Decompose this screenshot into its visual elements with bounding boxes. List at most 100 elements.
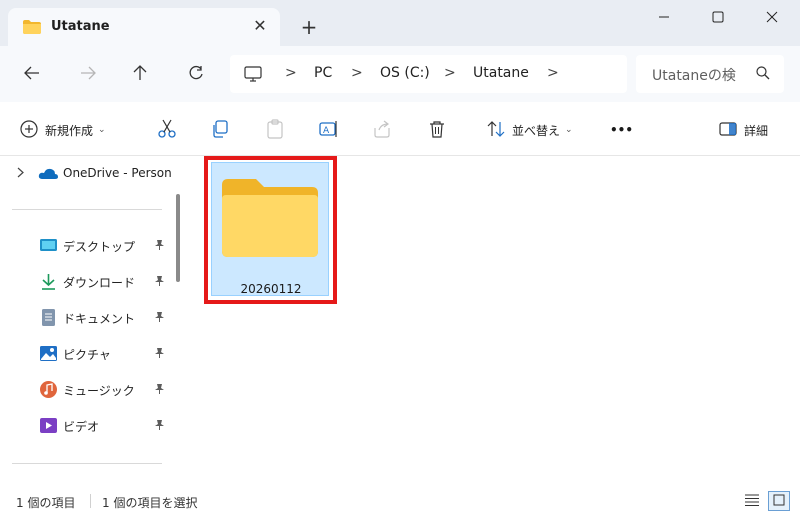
highlight-box [204,156,337,304]
trash-icon [429,120,445,141]
pin-icon [154,239,165,254]
details-pane-icon [719,121,737,139]
desktop-icon [40,237,57,254]
minimize-button[interactable] [644,6,684,30]
onedrive-cloud-icon [38,167,58,183]
forward-button[interactable] [76,62,100,86]
tiles-view-icon [773,494,785,509]
pin-icon [154,419,165,434]
pin-icon [154,383,165,398]
sidebar-item-videos[interactable]: ビデオ [0,410,178,440]
tab-close-button[interactable]: ✕ [250,16,270,36]
refresh-button[interactable] [184,62,208,86]
delete-button[interactable] [429,118,445,142]
sidebar-item-downloads[interactable]: ダウンロード [0,266,178,296]
search-icon [756,66,770,83]
large-icons-view-button[interactable] [768,491,790,511]
breadcrumb-separator: > [351,65,363,81]
plus-circle-icon [20,119,38,141]
svg-text:A: A [323,126,330,136]
details-view-button[interactable] [741,491,763,511]
new-tab-button[interactable]: + [298,16,320,38]
paste-button[interactable] [266,118,284,142]
sidebar-item-documents[interactable]: ドキュメント [0,302,178,332]
videos-icon [40,417,57,434]
minimize-icon [658,11,670,26]
documents-icon [40,309,57,326]
details-pane-button[interactable]: 詳細 [719,118,768,142]
arrow-right-icon [80,66,96,83]
pin-icon [154,311,165,326]
computer-icon [244,66,262,85]
share-icon [373,120,391,141]
list-view-icon [745,494,759,509]
sort-icon [487,120,505,141]
sidebar-item-label: デスクトップ [63,240,136,254]
copy-icon [211,119,229,141]
breadcrumb-utatane[interactable]: Utatane [473,65,529,81]
maximize-icon [712,11,724,26]
sidebar-divider [12,209,162,210]
details-pane-label: 詳細 [744,123,769,138]
pictures-icon [40,345,57,362]
address-bar[interactable]: > PC > OS (C:) > Utatane > [230,55,627,93]
breadcrumb-separator: > [285,65,297,81]
new-button[interactable]: 新規作成 ⌄ [20,118,106,142]
pin-icon [154,275,165,290]
chevron-down-icon: ⌄ [565,125,573,135]
pin-icon [154,347,165,362]
sidebar-item-label: ピクチャ [63,348,111,362]
back-button[interactable] [20,62,44,86]
breadcrumb-os-c[interactable]: OS (C:) [380,65,430,81]
breadcrumb-separator: > [444,65,456,81]
maximize-button[interactable] [698,6,738,30]
navigation-pane: OneDrive - Person デスクトップ ダウンロード ドキュメント ピ… [0,156,190,484]
music-icon [40,381,57,398]
sidebar-item-label: ドキュメント [63,312,136,326]
sidebar-item-label: ミュージック [63,384,135,398]
command-bar: 新規作成 ⌄ A 並べ替え ⌄ ••• 詳細 [0,102,800,156]
sidebar-item-label: OneDrive - Person [63,166,172,180]
close-icon [766,11,778,26]
breadcrumb-separator[interactable]: > [547,65,559,81]
sidebar-item-onedrive[interactable]: OneDrive - Person [0,158,178,188]
sidebar-item-pictures[interactable]: ピクチャ [0,338,178,368]
clipboard-icon [266,118,284,142]
more-options-button[interactable]: ••• [610,118,633,142]
copy-button[interactable] [211,118,229,142]
search-box[interactable]: Utataneの検 [636,55,784,93]
tab-utatane[interactable]: Utatane ✕ [8,8,280,46]
breadcrumb-pc[interactable]: PC [314,65,332,81]
arrow-left-icon [24,66,40,83]
navigation-bar: > PC > OS (C:) > Utatane > Utataneの検 [0,46,800,102]
sidebar-item-label: ビデオ [63,420,100,434]
search-placeholder: Utataneの検 [652,68,736,84]
sort-button-label: 並べ替え [512,123,561,138]
status-divider [90,494,91,508]
rename-icon: A [319,120,339,141]
sidebar-divider [12,463,162,464]
sidebar-item-music[interactable]: ミュージック [0,374,178,404]
new-button-label: 新規作成 [45,123,94,138]
title-bar: Utatane ✕ + [0,0,800,46]
refresh-icon [188,65,204,84]
sidebar-scrollbar[interactable] [176,194,180,282]
folder-icon [23,20,41,37]
chevron-down-icon: ⌄ [98,125,106,135]
cut-button[interactable] [158,118,176,142]
download-icon [40,273,57,290]
sort-button[interactable]: 並べ替え ⌄ [487,118,573,142]
item-count: 1 個の項目 [16,496,76,510]
status-bar: 1 個の項目 1 個の項目を選択 [0,484,800,517]
rename-button[interactable]: A [319,118,339,142]
sidebar-item-desktop[interactable]: デスクトップ [0,230,178,260]
arrow-up-icon [133,64,147,84]
sidebar-item-label: ダウンロード [63,276,136,290]
up-button[interactable] [128,62,152,86]
scissors-icon [158,119,176,142]
share-button[interactable] [373,118,391,142]
selected-count: 1 個の項目を選択 [102,496,198,510]
close-button[interactable] [752,6,792,30]
chevron-right-icon[interactable] [17,167,25,181]
tab-title: Utatane [51,19,110,34]
